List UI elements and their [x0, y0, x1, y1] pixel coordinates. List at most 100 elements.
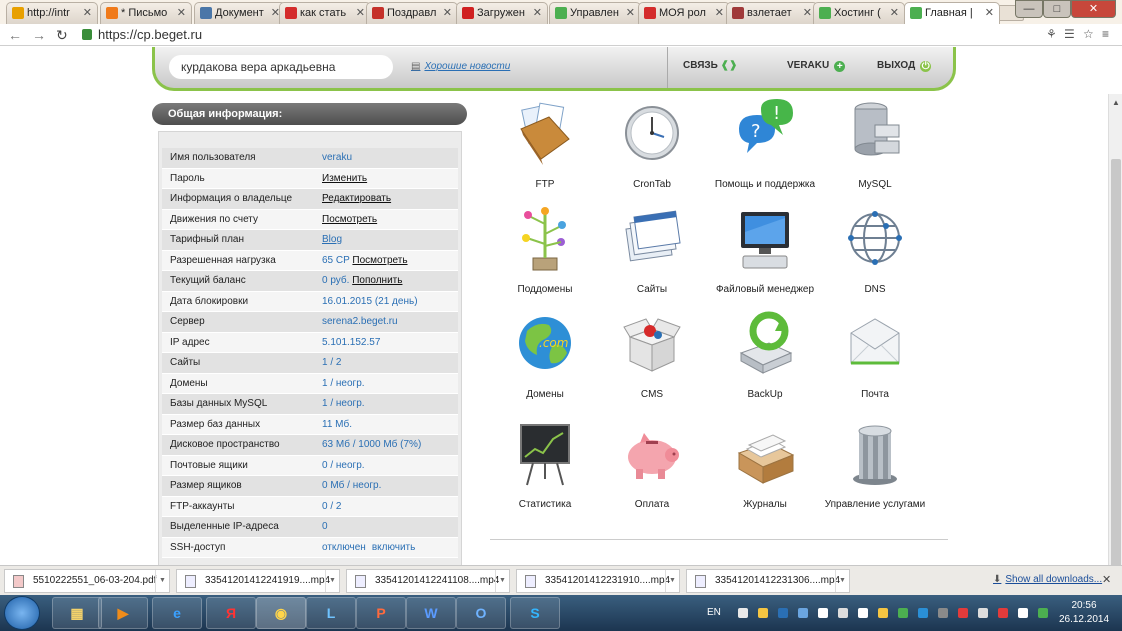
service-piggy-bank[interactable]: Оплата: [597, 419, 707, 519]
browser-tab[interactable]: Документ ✕: [194, 2, 286, 24]
scroll-up-icon[interactable]: ▲: [1112, 98, 1120, 107]
skype-taskbar-icon[interactable]: S: [510, 597, 560, 629]
tray-icon[interactable]: [1038, 608, 1048, 618]
tray-icon[interactable]: [898, 608, 908, 618]
service-tree[interactable]: Поддомены: [490, 204, 600, 304]
start-button[interactable]: [4, 596, 40, 630]
download-item[interactable]: 33541201412241919....mp4 ▼: [176, 569, 340, 593]
browser-tab[interactable]: Главная | ✕: [904, 2, 1000, 24]
tab-close-icon[interactable]: ✕: [443, 3, 452, 24]
close-window-button[interactable]: ✕: [1071, 0, 1116, 18]
service-help-bubbles[interactable]: ?! Помощь и поддержка: [710, 99, 820, 199]
tray-icon[interactable]: [818, 608, 828, 618]
service-envelope[interactable]: Почта: [820, 309, 930, 409]
tab-close-icon[interactable]: ✕: [83, 3, 92, 24]
tray-icon[interactable]: [798, 608, 808, 618]
service-box[interactable]: CMS: [597, 309, 707, 409]
user-name-field[interactable]: курдакова вера аркадьевна: [169, 55, 393, 79]
scrollbar[interactable]: ▲ ▼: [1108, 94, 1122, 565]
browser-tab[interactable]: Хостинг (✕: [813, 2, 905, 24]
reload-icon[interactable]: ↻: [56, 27, 68, 43]
service-drive-backup[interactable]: BackUp: [710, 309, 820, 409]
tools-icon[interactable]: ⚘: [1046, 27, 1057, 41]
tray-icon[interactable]: [938, 608, 948, 618]
service-browser-windows[interactable]: Сайты: [597, 204, 707, 304]
tab-close-icon[interactable]: ✕: [356, 3, 365, 24]
tray-icon[interactable]: [738, 608, 748, 618]
service-control-cylinder[interactable]: Управление услугами: [820, 419, 930, 519]
browser-tab[interactable]: * Письмо ✕: [100, 2, 192, 24]
powerpoint-taskbar-icon[interactable]: P: [356, 597, 406, 629]
tariff-link[interactable]: Blog: [322, 234, 342, 245]
language-indicator[interactable]: EN: [707, 607, 721, 618]
media-player-taskbar-icon[interactable]: ▶: [98, 597, 148, 629]
service-clock[interactable]: CronTab: [597, 99, 707, 199]
outlook-taskbar-icon[interactable]: O: [456, 597, 506, 629]
tab-close-icon[interactable]: ✕: [715, 3, 724, 24]
tab-close-icon[interactable]: ✕: [533, 3, 542, 24]
service-logs-box[interactable]: Журналы: [710, 419, 820, 519]
explorer-taskbar-icon[interactable]: ▦: [52, 597, 102, 629]
maximize-button[interactable]: □: [1043, 0, 1071, 18]
tab-close-icon[interactable]: ✕: [890, 3, 899, 24]
download-menu-icon[interactable]: ▼: [155, 570, 169, 592]
translate-icon[interactable]: ☰: [1064, 27, 1075, 41]
back-icon[interactable]: ←: [8, 27, 22, 43]
info-row-action-link[interactable]: Изменить: [322, 173, 367, 184]
tray-icon[interactable]: [838, 608, 848, 618]
url-bar[interactable]: https://cp.beget.ru: [80, 26, 1040, 44]
tray-icon[interactable]: [758, 608, 768, 618]
yandex-taskbar-icon[interactable]: Я: [206, 597, 256, 629]
ssh-enable-link[interactable]: включить: [372, 542, 416, 553]
show-all-downloads-link[interactable]: ⬇ Show all downloads...: [993, 574, 1102, 585]
browser-tab[interactable]: как стать ✕: [279, 2, 371, 24]
minimize-button[interactable]: —: [1015, 0, 1043, 18]
close-download-bar-icon[interactable]: ✕: [1102, 573, 1111, 586]
tab-close-icon[interactable]: ✕: [177, 3, 186, 24]
bookmark-star-icon[interactable]: ☆: [1083, 27, 1094, 41]
info-row-action-link[interactable]: Пополнить: [352, 275, 402, 286]
tray-icon[interactable]: [918, 608, 928, 618]
service-database-cabinet[interactable]: MySQL: [820, 99, 930, 199]
scrollbar-thumb[interactable]: [1111, 159, 1121, 565]
download-menu-icon[interactable]: ▼: [665, 570, 679, 592]
download-menu-icon[interactable]: ▼: [325, 570, 339, 592]
download-menu-icon[interactable]: ▼: [495, 570, 509, 592]
menu-icon[interactable]: ≡: [1102, 27, 1109, 41]
tab-close-icon[interactable]: ✕: [803, 3, 812, 24]
download-item[interactable]: 33541201412231910....mp4 ▼: [516, 569, 680, 593]
download-item[interactable]: 33541201412231306....mp4 ▼: [686, 569, 850, 593]
tray-icon[interactable]: [858, 608, 868, 618]
forward-icon[interactable]: →: [32, 27, 46, 43]
service-computer[interactable]: Файловый менеджер: [710, 204, 820, 304]
browser-tab[interactable]: Управлен ✕: [549, 2, 641, 24]
lync-taskbar-icon[interactable]: L: [306, 597, 356, 629]
ie-taskbar-icon[interactable]: e: [152, 597, 202, 629]
tray-icon[interactable]: [1018, 608, 1028, 618]
tray-icon[interactable]: [958, 608, 968, 618]
browser-tab[interactable]: Загружен ✕: [456, 2, 548, 24]
contact-button[interactable]: СВЯЗЬ ❰❱: [683, 60, 737, 71]
service-globe[interactable]: .com Домены: [490, 309, 600, 409]
tray-icon[interactable]: [998, 608, 1008, 618]
tray-icon[interactable]: [878, 608, 888, 618]
service-ftp-folder[interactable]: FTP: [490, 99, 600, 199]
service-globe-wireframe[interactable]: DNS: [820, 204, 930, 304]
account-button[interactable]: VERAKU +: [787, 60, 846, 72]
info-row-action-link[interactable]: Редактировать: [322, 193, 391, 204]
word-taskbar-icon[interactable]: W: [406, 597, 456, 629]
tab-close-icon[interactable]: ✕: [626, 3, 635, 24]
clock[interactable]: 20:56 26.12.2014: [1055, 599, 1113, 627]
download-item[interactable]: 33541201412241108....mp4 ▼: [346, 569, 510, 593]
logout-button[interactable]: ВЫХОД ⏻: [877, 60, 932, 72]
tray-icon[interactable]: [778, 608, 788, 618]
info-row-action-link[interactable]: Посмотреть: [352, 255, 407, 266]
browser-tab[interactable]: http://intr ✕: [6, 2, 98, 24]
info-row-action-link[interactable]: Посмотреть: [322, 214, 377, 225]
browser-tab[interactable]: взлетает ✕: [726, 2, 818, 24]
download-menu-icon[interactable]: ▼: [835, 570, 849, 592]
tray-icon[interactable]: [978, 608, 988, 618]
tab-close-icon[interactable]: ✕: [985, 3, 994, 24]
service-chart-board[interactable]: Статистика: [490, 419, 600, 519]
download-item[interactable]: 5510222551_06-03-204.pdf ▼: [4, 569, 170, 593]
